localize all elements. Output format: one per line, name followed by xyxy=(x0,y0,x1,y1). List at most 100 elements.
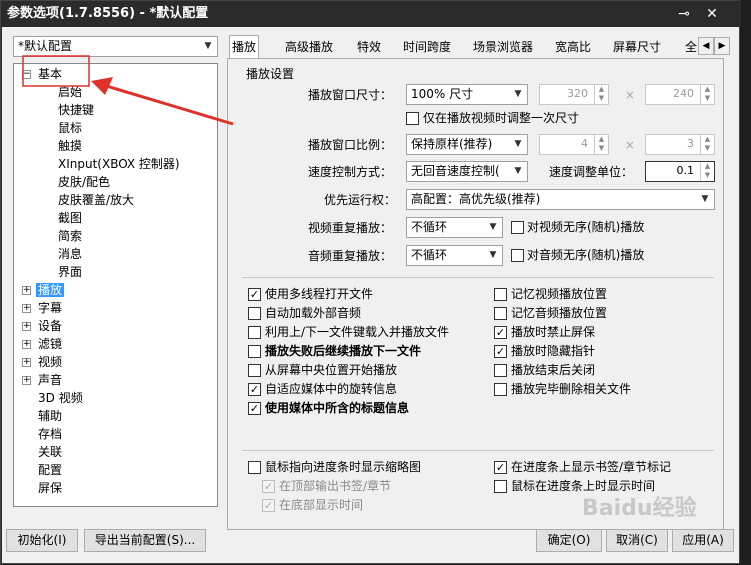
tab-effects[interactable]: 特效 xyxy=(355,37,383,59)
tree-item[interactable]: 滤镜 xyxy=(38,335,62,353)
option-checkbox[interactable]: ✓ xyxy=(494,345,507,358)
expand-icon[interactable]: + xyxy=(22,286,31,295)
spin-arrows-icon[interactable]: ▲ ▼ xyxy=(700,162,714,181)
tree-item[interactable]: 启始 xyxy=(58,83,82,101)
tree-item[interactable]: 3D 视频 xyxy=(38,389,83,407)
option-label: 播放时隐藏指针 xyxy=(511,344,596,358)
video-random-checkbox[interactable] xyxy=(511,221,524,234)
ok-button[interactable]: 确定(O) xyxy=(536,529,602,552)
video-repeat-select[interactable]: 不循环 ▼ xyxy=(406,217,503,238)
tab-timespan[interactable]: 时间跨度 xyxy=(401,37,453,59)
tree-item[interactable]: 快捷键 xyxy=(58,101,94,119)
priority-label: 优先运行权： xyxy=(324,193,397,207)
apply-button[interactable]: 应用(A) xyxy=(672,529,734,552)
option-checkbox[interactable] xyxy=(494,383,507,396)
speed-mode-select[interactable]: 无回音速度控制( ▼ xyxy=(406,161,528,182)
tree-item[interactable]: 视频 xyxy=(38,353,62,371)
option-checkbox[interactable] xyxy=(494,364,507,377)
audio-repeat-select[interactable]: 不循环 ▼ xyxy=(406,245,503,266)
tree-item[interactable]: 屏保 xyxy=(38,479,62,497)
tree-item[interactable]: 存档 xyxy=(38,425,62,443)
tree-item[interactable]: 声音 xyxy=(38,371,62,389)
spin-arrows-icon[interactable]: ▲ ▼ xyxy=(594,85,608,104)
ratio-h-spinner[interactable]: 3 ▲ ▼ xyxy=(645,134,715,155)
tab-scroll-right-icon[interactable]: ▶ xyxy=(714,37,730,55)
ratio-w-spinner[interactable]: 4 ▲ ▼ xyxy=(539,134,609,155)
init-button[interactable]: 初始化(I) xyxy=(6,529,78,552)
tree-item[interactable]: 皮肤/配色 xyxy=(58,173,110,191)
tree-item[interactable]: 界面 xyxy=(58,263,82,281)
option-checkbox[interactable] xyxy=(248,307,261,320)
spin-arrows-icon[interactable]: ▲ ▼ xyxy=(594,135,608,154)
option-label: 利用上/下一文件键载入并播放文件 xyxy=(265,325,450,339)
tab-advanced-playback[interactable]: 高级播放 xyxy=(283,37,335,59)
option-checkbox[interactable]: ✓ xyxy=(248,288,261,301)
show-marks-checkbox[interactable]: ✓ xyxy=(494,461,507,474)
tree-item[interactable]: 截图 xyxy=(58,209,82,227)
window-size-value: 100% 尺寸 xyxy=(411,87,474,101)
tab-aspect[interactable]: 宽高比 xyxy=(553,37,593,59)
option-checkbox[interactable] xyxy=(248,364,261,377)
height-spinner[interactable]: 240 ▲ ▼ xyxy=(645,84,715,105)
width-spinner[interactable]: 320 ▲ ▼ xyxy=(539,84,609,105)
adjust-once-checkbox[interactable] xyxy=(406,112,419,125)
tree-item[interactable]: 设备 xyxy=(38,317,62,335)
tab-scene-browser[interactable]: 场景浏览器 xyxy=(471,37,535,59)
pin-icon[interactable]: ⊸ xyxy=(673,3,695,25)
option-label: 使用多线程打开文件 xyxy=(265,287,374,301)
tree-item[interactable]: 字幕 xyxy=(38,299,62,317)
speed-unit-value: 0.1 xyxy=(676,164,695,177)
tree-item-playback[interactable]: 播放 xyxy=(36,283,65,297)
video-repeat-label: 视频重复播放： xyxy=(308,221,393,235)
tab-playback[interactable]: 播放 xyxy=(229,35,260,59)
collapse-icon[interactable]: − xyxy=(22,70,31,79)
tree-item[interactable]: 配置 xyxy=(38,461,62,479)
close-icon[interactable]: ✕ xyxy=(701,3,723,25)
expand-icon[interactable]: + xyxy=(22,358,31,367)
profile-select[interactable]: *默认配置 ▼ xyxy=(13,36,218,57)
settings-tree[interactable]: − 基本 启始 快捷键 鼠标 触摸 XInput(XBOX 控制器) 皮肤/配色… xyxy=(13,63,218,507)
chevron-down-icon: ▼ xyxy=(489,250,497,260)
tab-screen-size[interactable]: 屏幕尺寸 xyxy=(611,37,663,59)
tree-item[interactable]: 关联 xyxy=(38,443,62,461)
tree-item-basic[interactable]: 基本 xyxy=(38,65,62,83)
spin-arrows-icon[interactable]: ▲ ▼ xyxy=(700,85,714,104)
option-checkbox[interactable] xyxy=(494,307,507,320)
option-checkbox[interactable]: ✓ xyxy=(248,402,261,415)
show-time-checkbox[interactable] xyxy=(494,480,507,493)
expand-icon[interactable]: + xyxy=(22,322,31,331)
tree-item[interactable]: 简索 xyxy=(58,227,82,245)
export-button[interactable]: 导出当前配置(S)... xyxy=(84,529,206,552)
video-repeat-value: 不循环 xyxy=(411,220,448,234)
tree-item[interactable]: 消息 xyxy=(58,245,82,263)
tree-item[interactable]: 辅助 xyxy=(38,407,62,425)
tree-item[interactable]: XInput(XBOX 控制器) xyxy=(58,155,180,173)
option-label: 播放完毕删除相关文件 xyxy=(511,382,632,396)
cancel-button[interactable]: 取消(C) xyxy=(606,529,668,552)
audio-random-checkbox[interactable] xyxy=(511,249,524,262)
divider xyxy=(242,450,714,451)
expand-icon[interactable]: + xyxy=(22,304,31,313)
expand-icon[interactable]: + xyxy=(22,376,31,385)
thumb-checkbox[interactable] xyxy=(248,461,261,474)
spin-arrows-icon[interactable]: ▲ ▼ xyxy=(700,135,714,154)
option-checkbox[interactable]: ✓ xyxy=(494,326,507,339)
option-label: 自动加载外部音频 xyxy=(265,306,362,320)
ratio-select[interactable]: 保持原样(推荐) ▼ xyxy=(406,134,528,155)
tab-more[interactable]: 全 xyxy=(683,37,699,59)
show-time-label: 鼠标在进度条上时显示时间 xyxy=(511,479,656,493)
option-checkbox[interactable] xyxy=(494,288,507,301)
tab-scroll-left-icon[interactable]: ◀ xyxy=(698,37,714,55)
speed-unit-spinner[interactable]: 0.1 ▲ ▼ xyxy=(645,161,715,182)
expand-icon[interactable]: + xyxy=(22,340,31,349)
dialog-client: *默认配置 ▼ − 基本 启始 快捷键 鼠标 触摸 XInput(XBOX 控制… xyxy=(2,27,739,563)
option-checkbox[interactable] xyxy=(248,345,261,358)
tree-item[interactable]: 触摸 xyxy=(58,137,82,155)
tree-item[interactable]: 鼠标 xyxy=(58,119,82,137)
chevron-down-icon: ▼ xyxy=(701,194,709,204)
option-checkbox[interactable] xyxy=(248,326,261,339)
window-size-select[interactable]: 100% 尺寸 ▼ xyxy=(406,84,528,105)
tree-item[interactable]: 皮肤覆盖/放大 xyxy=(58,191,134,209)
option-checkbox[interactable]: ✓ xyxy=(248,383,261,396)
priority-select[interactable]: 高配置：高优先级(推荐) ▼ xyxy=(406,189,715,210)
